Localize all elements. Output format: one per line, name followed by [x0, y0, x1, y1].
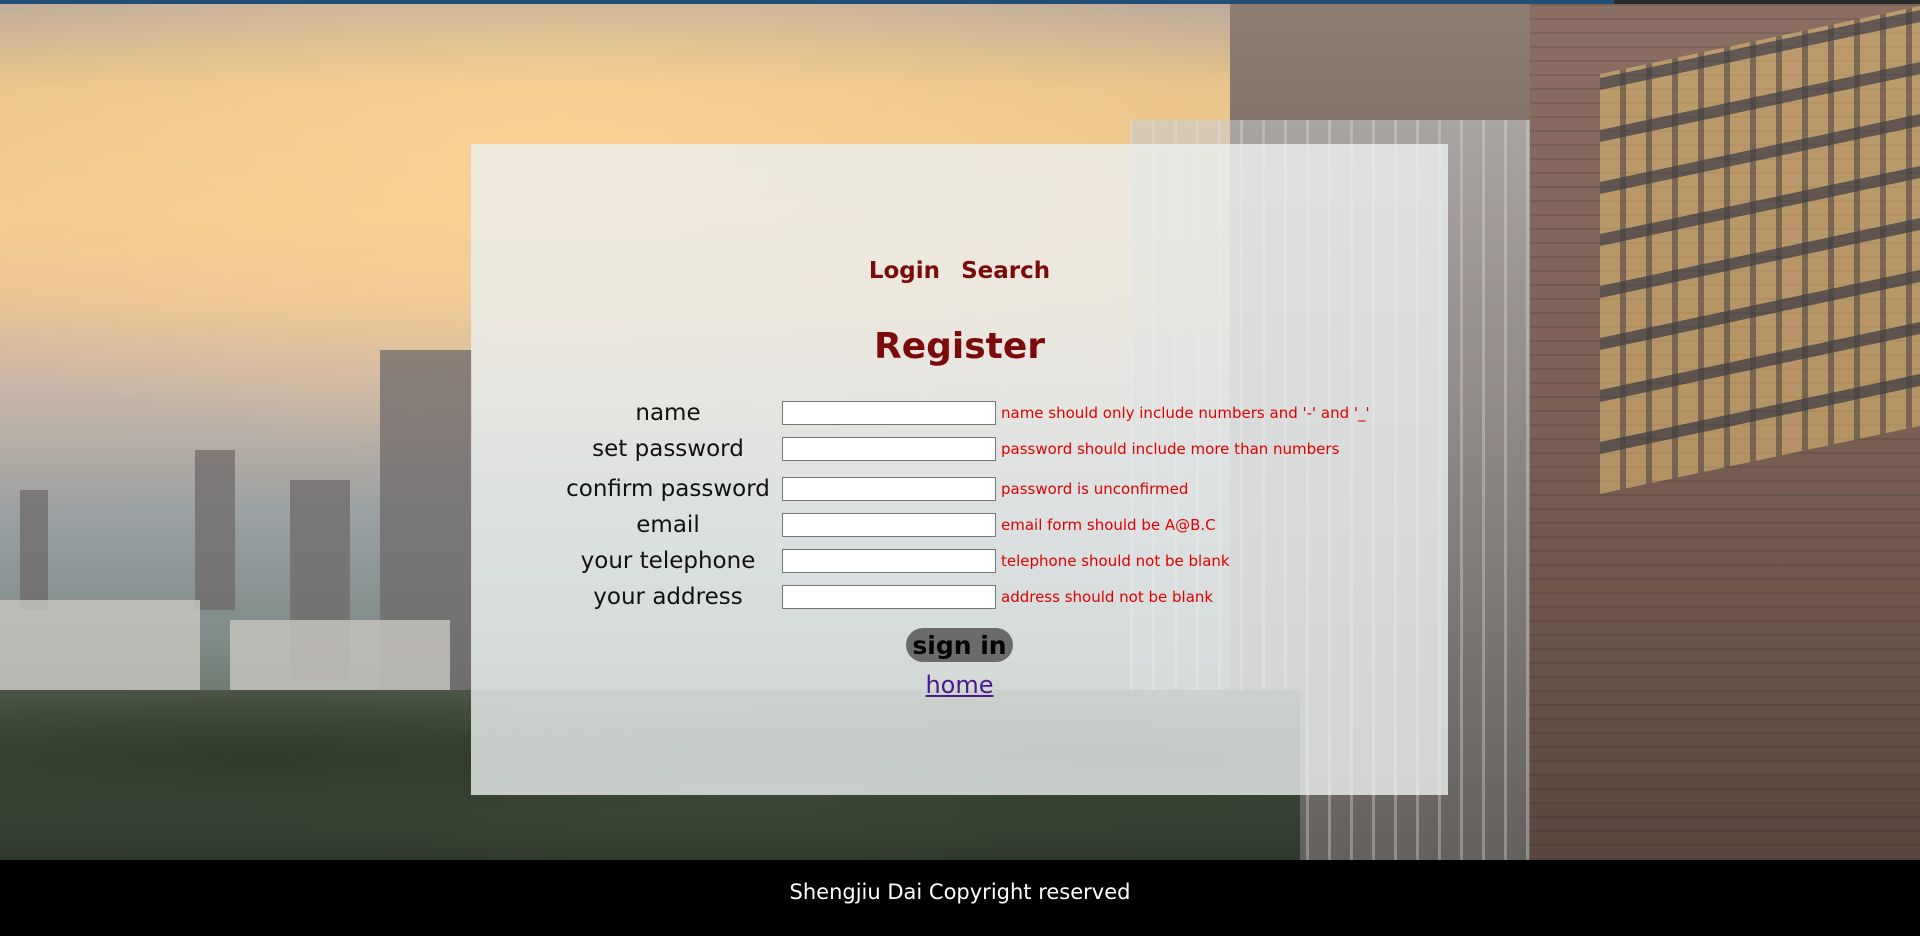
form-row-telephone: your telephone telephone should not be b… [560, 546, 1230, 576]
confirm-password-input[interactable] [782, 477, 996, 501]
name-label: name [635, 400, 701, 426]
address-hint: address should not be blank [1001, 588, 1214, 606]
set-password-label: set password [592, 436, 744, 462]
top-nav: Login Search [471, 258, 1448, 284]
form-row-set-password: set password password should include mor… [560, 434, 1339, 464]
top-accent-bar-right [1614, 0, 1920, 4]
set-password-hint: password should include more than number… [1001, 440, 1340, 458]
search-link[interactable]: Search [961, 258, 1050, 284]
top-accent-bar [0, 0, 1920, 4]
background-tower [20, 490, 48, 610]
email-input[interactable] [782, 513, 996, 537]
footer-copyright: Shengjiu Dai Copyright reserved [789, 880, 1131, 904]
home-link[interactable]: home [471, 671, 1448, 699]
name-hint: name should only include numbers and '-'… [1001, 404, 1370, 422]
sign-in-button[interactable]: sign in [906, 628, 1013, 662]
telephone-label: your telephone [580, 548, 756, 574]
form-row-email: email email form should be A@B.C [560, 510, 1216, 540]
set-password-input[interactable] [782, 437, 996, 461]
confirm-password-hint: password is unconfirmed [1001, 480, 1189, 498]
name-input[interactable] [782, 401, 996, 425]
footer: Shengjiu Dai Copyright reserved [0, 860, 1920, 936]
page-title: Register [873, 326, 1046, 367]
address-label: your address [593, 584, 743, 610]
login-link[interactable]: Login [869, 258, 940, 284]
form-row-address: your address address should not be blank [560, 582, 1213, 612]
form-row-name: name name should only include numbers an… [560, 398, 1370, 428]
email-label: email [636, 512, 700, 538]
telephone-input[interactable] [782, 549, 996, 573]
address-input[interactable] [782, 585, 996, 609]
background-windows [1600, 5, 1920, 495]
telephone-hint: telephone should not be blank [1001, 552, 1230, 570]
email-hint: email form should be A@B.C [1001, 516, 1216, 534]
confirm-password-label: confirm password [566, 476, 770, 502]
background-tower [195, 450, 235, 610]
form-row-confirm-password: confirm password password is unconfirmed [560, 474, 1188, 504]
